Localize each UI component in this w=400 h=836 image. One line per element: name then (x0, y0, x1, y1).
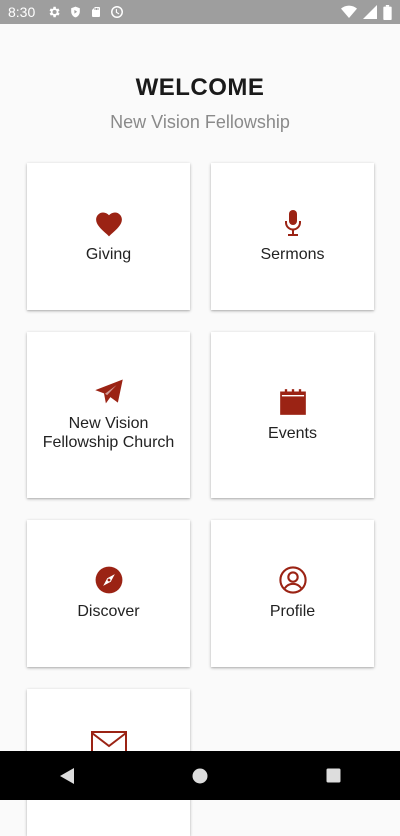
recents-button[interactable] (303, 751, 363, 800)
tile-label: Profile (269, 603, 316, 620)
welcome-header: WELCOME New Vision Fellowship (0, 72, 400, 133)
status-bar: 8:30 (0, 0, 400, 24)
tile-label: Events (268, 424, 317, 442)
page-subtitle: New Vision Fellowship (110, 112, 290, 132)
back-button[interactable] (37, 751, 97, 800)
home-icon (192, 768, 208, 783)
tile-label: New Vision Fellowship Church (42, 415, 175, 451)
status-right (341, 4, 392, 20)
calendar-icon (279, 388, 307, 416)
heart-icon (94, 210, 124, 237)
compass-icon (95, 566, 123, 594)
paper-plane-icon (94, 378, 124, 406)
back-icon (59, 767, 74, 784)
tile-discover[interactable]: Discover (27, 520, 190, 667)
tile-events[interactable]: Events (211, 332, 374, 498)
sync-icon (110, 5, 124, 19)
tile-label: Sermons (260, 246, 325, 263)
sd-card-icon (90, 5, 102, 19)
microphone-icon (282, 209, 304, 237)
wifi-icon (341, 5, 357, 19)
gear-icon (47, 5, 61, 19)
page-title: WELCOME (135, 74, 265, 101)
status-time: 8:30 (8, 4, 36, 20)
tile-sermons[interactable]: Sermons (211, 163, 374, 310)
tile-church[interactable]: New Vision Fellowship Church (27, 332, 190, 498)
home-button[interactable] (170, 751, 230, 800)
user-circle-icon (278, 566, 307, 594)
status-left: 8:30 (8, 4, 124, 20)
tile-label: Giving (85, 245, 132, 263)
recents-icon (326, 768, 341, 783)
shield-play-icon (69, 5, 82, 19)
system-nav-bar (0, 751, 400, 800)
battery-icon (383, 4, 392, 20)
signal-icon (363, 5, 377, 19)
tile-profile[interactable]: Profile (211, 520, 374, 667)
tile-label: Discover (77, 603, 140, 620)
tile-giving[interactable]: Giving (27, 163, 190, 310)
